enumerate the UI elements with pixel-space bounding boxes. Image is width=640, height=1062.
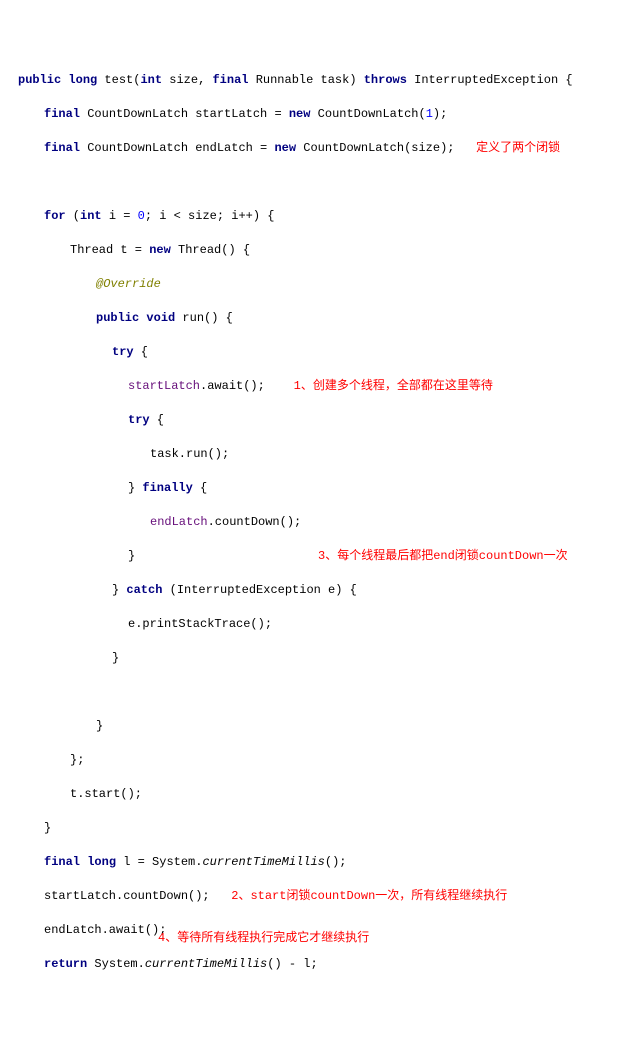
code-line: task.run(); xyxy=(18,446,640,463)
kw-final: final xyxy=(44,855,80,869)
kw-public: public xyxy=(96,311,139,325)
code-line: endLatch.countDown(); xyxy=(18,514,640,531)
txt: } xyxy=(112,651,119,665)
txt: } xyxy=(44,821,51,835)
num-1: 1 xyxy=(426,107,433,121)
kw-return: return xyxy=(44,957,87,971)
kw-finally: finally xyxy=(142,481,192,495)
num-0: 0 xyxy=(138,209,145,223)
txt: .countDown(); xyxy=(208,515,302,529)
txt: () - l; xyxy=(267,957,317,971)
kw-catch: catch xyxy=(126,583,162,597)
code-line: final CountDownLatch endLatch = new Coun… xyxy=(18,140,640,157)
txt: CountDownLatch startLatch = xyxy=(80,107,289,121)
txt: i = xyxy=(102,209,138,223)
annotation-5: 4、等待所有线程执行完成它才继续执行 xyxy=(158,930,369,947)
txt: { xyxy=(150,413,164,427)
txt: } xyxy=(96,719,103,733)
kw-new: new xyxy=(149,243,171,257)
txt: ; i < size; i++) { xyxy=(145,209,275,223)
kw-final: final xyxy=(212,73,248,87)
kw-int: int xyxy=(140,73,162,87)
code-line: startLatch.await(); 1、创建多个线程，全部都在这里等待 xyxy=(18,378,640,395)
kw-int: int xyxy=(80,209,102,223)
kw-new: new xyxy=(274,141,296,155)
txt: ( xyxy=(66,209,80,223)
code-line: } xyxy=(18,820,640,837)
txt: } xyxy=(112,583,126,597)
txt: run() { xyxy=(175,311,233,325)
kw-void: void xyxy=(146,311,175,325)
code-line: 3、每个线程最后都把end闭锁countDown一次} xyxy=(18,548,640,565)
code-line: Thread t = new Thread() { xyxy=(18,242,640,259)
field-endlatch: endLatch xyxy=(150,515,208,529)
code-line: } catch (InterruptedException e) { xyxy=(18,582,640,599)
code-line: public long test(int size, final Runnabl… xyxy=(18,72,640,89)
txt: { xyxy=(193,481,207,495)
annotation-2: 1、创建多个线程，全部都在这里等待 xyxy=(294,379,493,393)
txt: } xyxy=(128,481,142,495)
code-line: final CountDownLatch startLatch = new Co… xyxy=(18,106,640,123)
blank-line xyxy=(18,174,640,191)
code-line: } finally { xyxy=(18,480,640,497)
txt: System. xyxy=(87,957,145,971)
annotation-4: 2、start闭锁countDown一次，所有线程继续执行 xyxy=(231,889,507,903)
txt: CountDownLatch( xyxy=(310,107,425,121)
code-line: startLatch.countDown(); 2、start闭锁countDo… xyxy=(18,888,640,905)
txt: task.run(); xyxy=(150,447,229,461)
txt: Runnable task) xyxy=(249,73,364,87)
kw-for: for xyxy=(44,209,66,223)
kw-long: long xyxy=(68,73,97,87)
code-line: }; xyxy=(18,752,640,769)
annotation-1: 定义了两个闭锁 xyxy=(476,141,560,155)
kw-new: new xyxy=(289,107,311,121)
method: currentTimeMillis xyxy=(145,957,267,971)
txt: InterruptedException { xyxy=(407,73,573,87)
code-line: endLatch.await();4、等待所有线程执行完成它才继续执行 xyxy=(18,922,640,939)
txt: CountDownLatch endLatch = xyxy=(80,141,274,155)
txt: (); xyxy=(325,855,347,869)
txt: endLatch.await(); xyxy=(44,923,166,937)
txt: size, xyxy=(162,73,212,87)
txt: t.start(); xyxy=(70,787,142,801)
method: currentTimeMillis xyxy=(202,855,324,869)
code-line: t.start(); xyxy=(18,786,640,803)
kw-public: public xyxy=(18,73,61,87)
kw-final: final xyxy=(44,141,80,155)
code-line: } xyxy=(18,650,640,667)
txt: e.printStackTrace(); xyxy=(128,617,272,631)
txt: startLatch.countDown(); xyxy=(44,889,210,903)
kw-final: final xyxy=(44,107,80,121)
kw-try: try xyxy=(128,413,150,427)
txt: (InterruptedException e) { xyxy=(162,583,356,597)
txt: } xyxy=(128,549,135,563)
annotation-override: @Override xyxy=(96,277,161,291)
code-line: return System.currentTimeMillis() - l; xyxy=(18,956,640,973)
txt: { xyxy=(134,345,148,359)
code-line: try { xyxy=(18,412,640,429)
txt: Thread t = xyxy=(70,243,149,257)
txt: .await(); xyxy=(200,379,265,393)
kw-throws: throws xyxy=(364,73,407,87)
field-startlatch: startLatch xyxy=(128,379,200,393)
code-line: } xyxy=(18,718,640,735)
code-line: @Override xyxy=(18,276,640,293)
kw-long: long xyxy=(87,855,116,869)
code-line: try { xyxy=(18,344,640,361)
txt: ); xyxy=(433,107,447,121)
txt: CountDownLatch(size); xyxy=(296,141,454,155)
code-line: final long l = System.currentTimeMillis(… xyxy=(18,854,640,871)
txt: Thread() { xyxy=(171,243,250,257)
txt: test( xyxy=(97,73,140,87)
code-line: for (int i = 0; i < size; i++) { xyxy=(18,208,640,225)
code-line: e.printStackTrace(); xyxy=(18,616,640,633)
txt: l = System. xyxy=(116,855,202,869)
txt: }; xyxy=(70,753,84,767)
annotation-3: 3、每个线程最后都把end闭锁countDown一次 xyxy=(318,548,568,565)
code-line: public void run() { xyxy=(18,310,640,327)
blank-line xyxy=(18,684,640,701)
kw-try: try xyxy=(112,345,134,359)
